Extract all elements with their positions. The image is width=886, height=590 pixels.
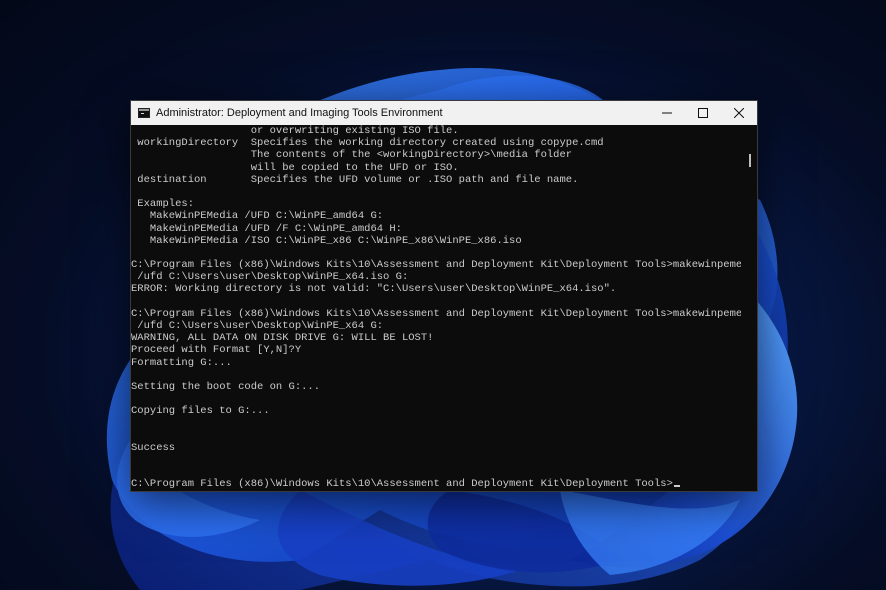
minimize-icon (662, 112, 672, 114)
console-line-text: MakeWinPEMedia /ISO C:\WinPE_x86 C:\WinP… (131, 234, 522, 247)
maximize-icon (698, 108, 708, 118)
console-line: /ufd C:\Users\user\Desktop\WinPE_x64 G: (131, 320, 741, 332)
console-line-text: C:\Program Files (x86)\Windows Kits\10\A… (131, 259, 741, 272)
console-line: Proceed with Format [Y,N]?Y (131, 344, 741, 356)
console-line-text: The contents of the <workingDirectory>\m… (131, 149, 573, 162)
console-line-text: Copying files to G:... (131, 405, 270, 418)
console-line: C:\Program Files (x86)\Windows Kits\10\A… (131, 259, 741, 271)
console-line: will be copied to the UFD or ISO. (131, 162, 741, 174)
terminal-window: Administrator: Deployment and Imaging To… (130, 100, 758, 492)
minimize-button[interactable] (649, 101, 685, 125)
console-line-text: Setting the boot code on G:... (131, 380, 321, 393)
console-line: C:\Program Files (x86)\Windows Kits\10\A… (131, 308, 741, 320)
console-line-text: /ufd C:\Users\user\Desktop\WinPE_x64.iso… (131, 271, 409, 284)
console-line-text: workingDirectory Specifies the working d… (131, 137, 604, 150)
console-line: WARNING, ALL DATA ON DISK DRIVE G: WILL … (131, 332, 741, 344)
title-bar[interactable]: Administrator: Deployment and Imaging To… (131, 101, 757, 125)
console-line: ERROR: Working directory is not valid: "… (131, 283, 741, 295)
console-line-text: MakeWinPEMedia /UFD /F C:\WinPE_amd64 H: (131, 222, 402, 235)
console-line-text: /ufd C:\Users\user\Desktop\WinPE_x64 G: (131, 320, 384, 332)
maximize-button[interactable] (685, 101, 721, 125)
close-icon (734, 108, 744, 118)
text-cursor (673, 485, 680, 488)
console-line-text: Formatting G:... (131, 356, 232, 369)
console-line-text: WARNING, ALL DATA ON DISK DRIVE G: WILL … (131, 332, 434, 345)
console-line-text: Proceed with Format [Y,N]?Y (131, 344, 302, 357)
console-line-text: destination Specifies the UFD volume or … (131, 173, 579, 186)
console-line-text: ERROR: Working directory is not valid: "… (131, 283, 617, 296)
console-line: or overwriting existing ISO file. (131, 125, 741, 137)
console-line: destination Specifies the UFD volume or … (131, 174, 741, 186)
console-line: MakeWinPEMedia /UFD C:\WinPE_amd64 G: (131, 210, 741, 222)
console-line: /ufd C:\Users\user\Desktop\WinPE_x64.iso… (131, 271, 741, 283)
vertical-scrollbar[interactable] (743, 125, 757, 491)
scrollbar-thumb[interactable] (749, 154, 751, 167)
console-line: Setting the boot code on G:... (131, 381, 741, 393)
command-prompt-icon[interactable] (138, 108, 150, 118)
console-line: MakeWinPEMedia /UFD /F C:\WinPE_amd64 H: (131, 223, 741, 235)
console-line-text: or overwriting existing ISO file. (131, 125, 459, 137)
console-line: Copying files to G:... (131, 405, 741, 417)
console-line-text: C:\Program Files (x86)\Windows Kits\10\A… (131, 307, 741, 320)
console-line: C:\Program Files (x86)\Windows Kits\10\A… (131, 478, 741, 490)
console-output[interactable]: or overwriting existing ISO file. workin… (131, 125, 741, 491)
console-line: Success (131, 442, 741, 454)
window-title: Administrator: Deployment and Imaging To… (156, 107, 443, 119)
console-line-text: C:\Program Files (x86)\Windows Kits\10\A… (131, 478, 673, 491)
close-button[interactable] (721, 101, 757, 125)
console-line: The contents of the <workingDirectory>\m… (131, 149, 741, 161)
console-line: MakeWinPEMedia /ISO C:\WinPE_x86 C:\WinP… (131, 235, 741, 247)
console-line: workingDirectory Specifies the working d… (131, 137, 741, 149)
window-controls (649, 101, 757, 125)
console-line-text: Examples: (131, 198, 195, 211)
console-line: Examples: (131, 198, 741, 210)
console-line-text: MakeWinPEMedia /UFD C:\WinPE_amd64 G: (131, 210, 384, 223)
console-line-text: will be copied to the UFD or ISO. (131, 161, 459, 174)
console-line-text: Success (131, 441, 176, 454)
console-line: Formatting G:... (131, 357, 741, 369)
